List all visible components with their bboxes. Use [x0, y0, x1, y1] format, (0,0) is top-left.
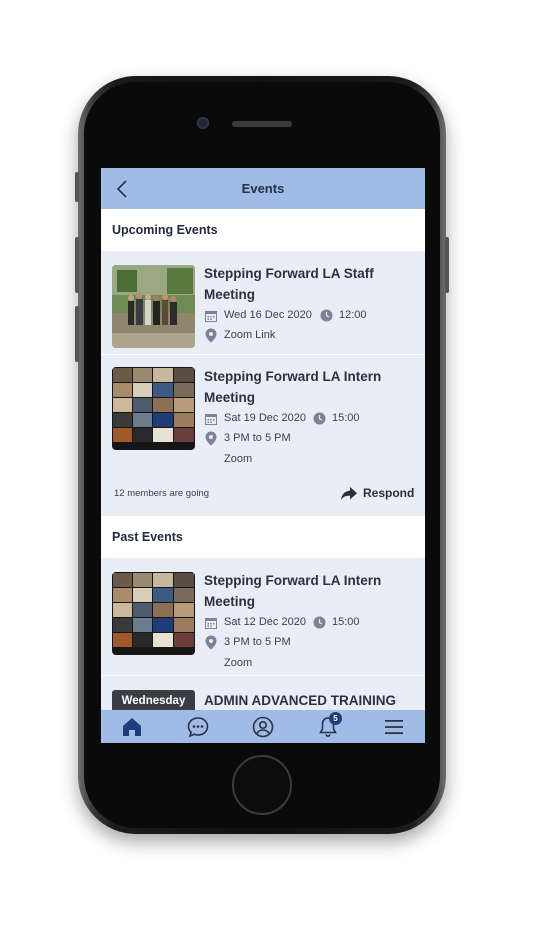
past-events-heading: Past Events	[101, 516, 425, 558]
section-title: Upcoming Events	[112, 223, 218, 237]
day-badge: Wednesday	[112, 690, 195, 710]
page-title: Events	[241, 181, 285, 196]
mute-switch	[75, 172, 79, 202]
calendar-icon	[205, 311, 217, 322]
event-thumbnail	[112, 265, 195, 348]
event-date: Sat 12 Dec 2020	[224, 616, 306, 628]
events-list: Upcoming Events Stepping Forward LA Staf…	[101, 209, 425, 710]
event-time: 15:00	[332, 412, 360, 424]
event-location-note: Zoom	[224, 453, 253, 465]
event-time: 15:00	[332, 616, 360, 628]
section-title: Past Events	[112, 530, 183, 544]
event-title[interactable]: ADMIN ADVANCED TRAINING	[204, 690, 414, 710]
location-pin-icon	[205, 328, 217, 343]
clock-icon	[320, 309, 333, 322]
location-pin-icon	[205, 431, 217, 446]
menu-icon[interactable]	[382, 715, 406, 739]
attendee-count[interactable]: 12 members are going	[114, 488, 209, 499]
bottom-tab-bar: 5	[101, 710, 425, 743]
calendar-icon	[205, 414, 217, 425]
event-date: Wed 16 Dec 2020	[224, 309, 312, 321]
event-card[interactable]: Stepping Forward LA Intern Meeting Sat 1…	[101, 355, 425, 515]
event-time: 12:00	[339, 309, 367, 321]
chat-icon[interactable]	[186, 715, 210, 739]
location-pin-icon	[205, 635, 217, 650]
clock-icon	[313, 412, 326, 425]
notification-badge: 5	[329, 712, 342, 725]
event-title[interactable]: Stepping Forward LA Intern Meeting	[204, 366, 414, 408]
volume-down-button	[75, 306, 79, 362]
volume-up-button	[75, 237, 79, 293]
event-card[interactable]: Stepping Forward LA Intern Meeting Sat 1…	[101, 558, 425, 675]
event-location[interactable]: Zoom Link	[224, 329, 275, 341]
calendar-icon	[205, 618, 217, 629]
event-location-note: Zoom	[224, 657, 253, 669]
event-location: 3 PM to 5 PM	[224, 432, 291, 444]
app-screen: Events Upcoming Events Stepping Forward …	[101, 168, 425, 743]
event-card[interactable]: Wednesday ADMIN ADVANCED TRAINING	[101, 676, 425, 710]
event-thumbnail	[112, 367, 195, 450]
camera-icon	[197, 117, 209, 129]
event-title[interactable]: Stepping Forward LA Intern Meeting	[204, 570, 414, 612]
home-button[interactable]	[232, 755, 292, 815]
profile-icon[interactable]	[251, 715, 275, 739]
home-icon[interactable]	[120, 715, 144, 739]
upcoming-events-heading: Upcoming Events	[101, 209, 425, 251]
share-arrow-icon[interactable]	[341, 487, 357, 500]
event-date: Sat 19 Dec 2020	[224, 412, 306, 424]
power-button	[445, 237, 449, 293]
event-title[interactable]: Stepping Forward LA Staff Meeting	[204, 263, 414, 305]
event-thumbnail	[112, 572, 195, 655]
respond-button[interactable]: Respond	[363, 486, 414, 500]
event-card[interactable]: Stepping Forward LA Staff Meeting Wed 16…	[101, 251, 425, 354]
speaker-grille	[232, 121, 292, 127]
clock-icon	[313, 616, 326, 629]
event-location: 3 PM to 5 PM	[224, 636, 291, 648]
top-bar: Events	[101, 168, 425, 209]
